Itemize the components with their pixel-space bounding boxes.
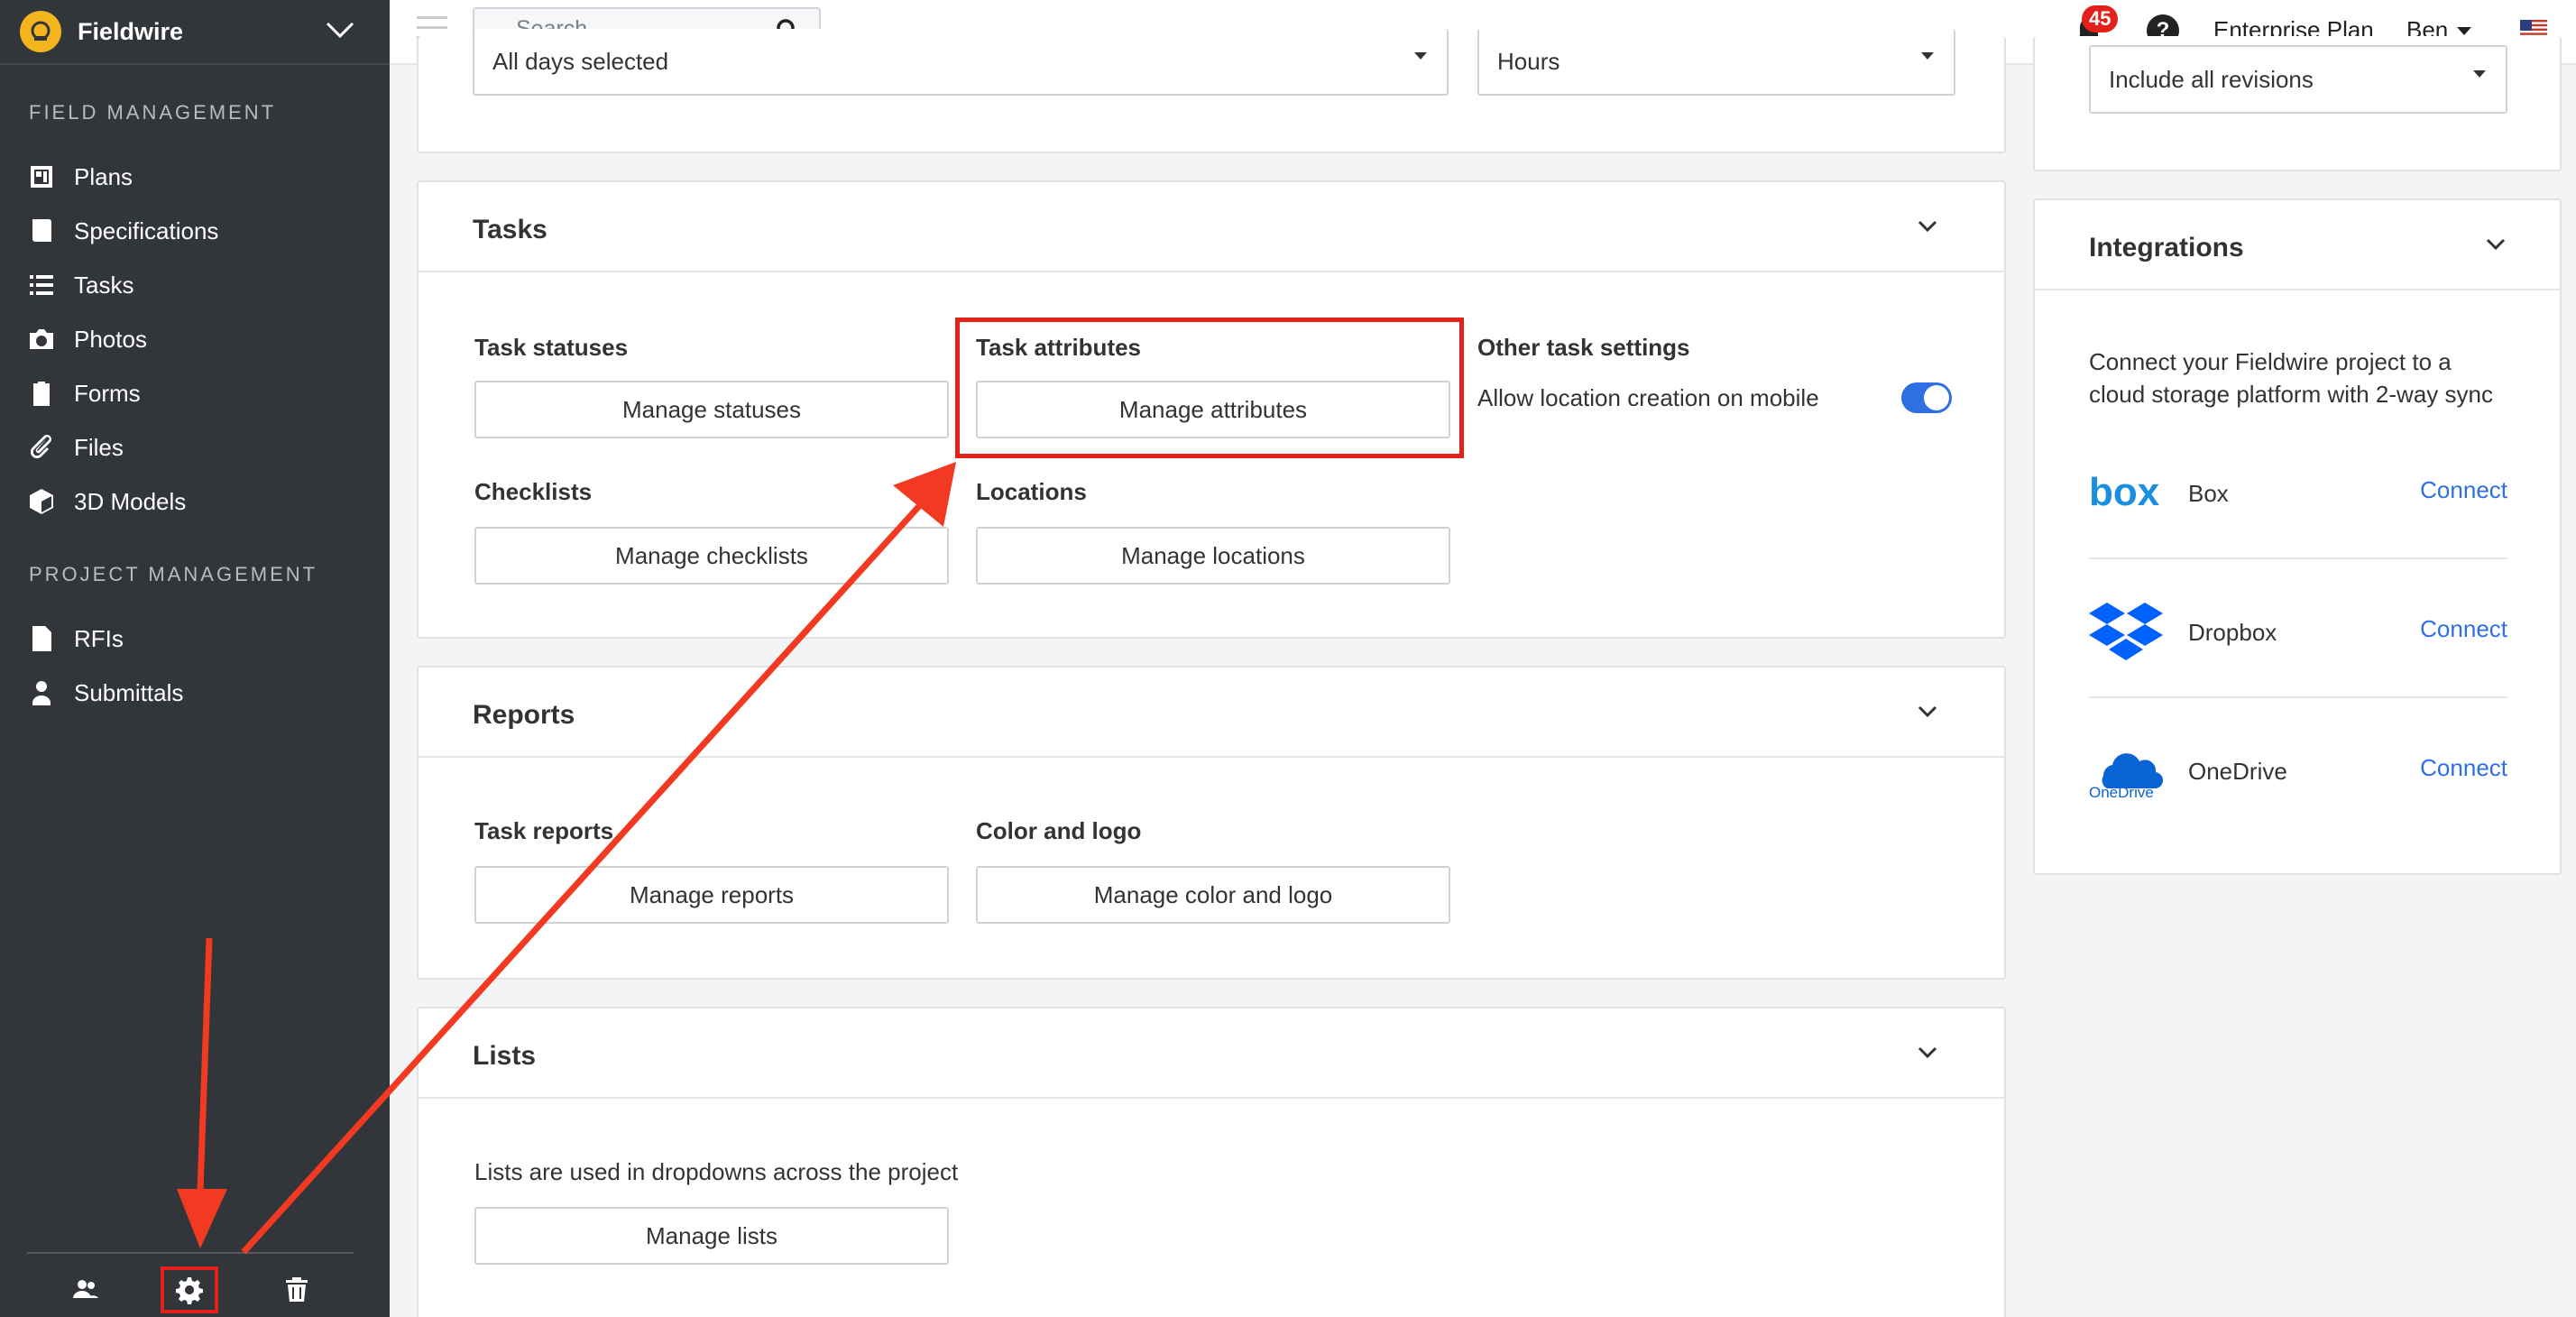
integration-row-dropbox: Dropbox Connect — [2089, 559, 2507, 698]
toggle-knob — [1924, 385, 1949, 410]
sidebar-item-tasks[interactable]: Tasks — [0, 260, 390, 310]
days-select[interactable]: All days selected — [473, 29, 1449, 96]
sidebar-item-rfis[interactable]: RFIs — [0, 613, 390, 664]
manage-checklists-button[interactable]: Manage checklists — [474, 527, 949, 585]
integrations-card-header[interactable]: Integrations — [2035, 200, 2560, 290]
clipboard-icon — [33, 382, 50, 406]
other-task-settings-label: Other task settings — [1477, 334, 1690, 361]
card-title: Reports — [473, 700, 575, 730]
fieldwire-logo-icon — [20, 11, 61, 52]
onedrive-logo-text: OneDrive — [2089, 784, 2154, 799]
integrations-description-line-1: Connect your Fieldwire project to a — [2089, 348, 2452, 375]
locations-label: Locations — [976, 478, 1087, 505]
color-and-logo-label: Color and logo — [976, 817, 1142, 844]
sidebar-item-label: RFIs — [74, 624, 124, 652]
revisions-select-value: Include all revisions — [2109, 65, 2314, 93]
paperclip-icon — [30, 435, 51, 459]
sidebar-item-label: 3D Models — [74, 487, 187, 515]
lists-description: Lists are used in dropdowns across the p… — [474, 1158, 959, 1185]
caret-down-icon[interactable] — [2457, 27, 2471, 35]
tasks-icon — [30, 275, 53, 295]
submittals-icon — [32, 681, 51, 705]
gear-icon[interactable] — [161, 1266, 218, 1313]
caret-down-icon — [1921, 52, 1934, 60]
card-title: Lists — [473, 1041, 537, 1071]
box-logo-text: box — [2089, 473, 2160, 512]
integration-name: Dropbox — [2188, 619, 2277, 646]
box-logo-icon: box — [2089, 473, 2160, 512]
revisions-card: Include all revisions — [2033, 36, 2562, 171]
brand-name: Fieldwire — [78, 17, 184, 45]
reports-card: Reports Task reports Manage reports Colo… — [417, 666, 2006, 980]
project-switcher[interactable]: Fieldwire — [0, 0, 390, 65]
task-attributes-highlight-box — [955, 318, 1464, 458]
lists-card: Lists Lists are used in dropdowns across… — [417, 1007, 2006, 1317]
sidebar-item-label: Files — [74, 433, 124, 461]
revisions-select[interactable]: Include all revisions — [2089, 45, 2507, 114]
manage-reports-button[interactable]: Manage reports — [474, 866, 949, 924]
checklists-label: Checklists — [474, 478, 593, 505]
sidebar-item-label: Specifications — [74, 216, 219, 244]
sidebar-item-label: Forms — [74, 379, 141, 407]
days-select-value: All days selected — [492, 47, 669, 75]
card-title: Tasks — [473, 215, 547, 244]
sidebar-item-photos[interactable]: Photos — [0, 314, 390, 364]
integration-name: OneDrive — [2188, 758, 2287, 785]
manage-lists-button[interactable]: Manage lists — [474, 1207, 949, 1265]
people-icon[interactable] — [65, 1268, 106, 1310]
rfi-document-icon — [32, 626, 51, 651]
camera-icon — [30, 329, 53, 349]
cube-icon — [30, 489, 53, 514]
caret-down-icon — [1414, 52, 1427, 60]
sidebar-item-3d-models[interactable]: 3D Models — [0, 476, 390, 527]
tasks-card-header[interactable]: Tasks — [419, 182, 2004, 272]
chevron-down-icon[interactable] — [2486, 238, 2506, 251]
specifications-icon — [32, 219, 51, 242]
units-select[interactable]: Hours — [1477, 29, 1955, 96]
task-reports-label: Task reports — [474, 817, 614, 844]
project-management-heading: PROJECT MANAGEMENT — [29, 563, 318, 585]
chevron-down-icon[interactable] — [1918, 1046, 1937, 1059]
units-select-value: Hours — [1497, 47, 1560, 75]
integration-row-onedrive: OneDrive OneDrive Connect — [2089, 698, 2507, 837]
sidebar-item-label: Plans — [74, 162, 133, 190]
sidebar-item-label: Submittals — [74, 678, 184, 706]
manage-locations-button[interactable]: Manage locations — [976, 527, 1450, 585]
time-settings-card: All days selected Hours — [417, 29, 2006, 153]
card-title: Integrations — [2089, 233, 2244, 262]
notification-badge: 45 — [2082, 5, 2119, 32]
sidebar-item-plans[interactable]: Plans — [0, 152, 390, 202]
manage-color-and-logo-button[interactable]: Manage color and logo — [976, 866, 1450, 924]
task-statuses-label: Task statuses — [474, 334, 629, 361]
sidebar-footer — [27, 1252, 354, 1317]
integrations-description-line-2: cloud storage platform with 2-way sync — [2089, 381, 2493, 408]
location-creation-toggle[interactable] — [1901, 382, 1952, 413]
dropbox-logo-icon — [2089, 603, 2163, 660]
onedrive-logo-icon: OneDrive — [2089, 753, 2164, 799]
sidebar-item-label: Photos — [74, 325, 147, 353]
chevron-down-icon[interactable] — [1918, 220, 1937, 233]
field-management-heading: FIELD MANAGEMENT — [29, 101, 277, 124]
chevron-down-icon[interactable] — [325, 20, 355, 40]
location-creation-label: Allow location creation on mobile — [1477, 384, 1819, 411]
sidebar-item-label: Tasks — [74, 271, 134, 299]
integration-row-box: box Box Connect — [2089, 420, 2507, 559]
lists-card-header[interactable]: Lists — [419, 1008, 2004, 1099]
sidebar-item-specifications[interactable]: Specifications — [0, 206, 390, 256]
trash-icon[interactable] — [276, 1268, 317, 1310]
plans-icon — [31, 166, 52, 188]
sidebar: Fieldwire FIELD MANAGEMENT Plans Specifi… — [0, 0, 390, 1317]
integration-name: Box — [2188, 480, 2229, 507]
caret-down-icon — [2473, 70, 2486, 78]
sidebar-item-files[interactable]: Files — [0, 422, 390, 473]
connect-box-link[interactable]: Connect — [2420, 476, 2507, 504]
connect-onedrive-link[interactable]: Connect — [2420, 754, 2507, 782]
manage-statuses-button[interactable]: Manage statuses — [474, 381, 949, 438]
sidebar-item-submittals[interactable]: Submittals — [0, 668, 390, 718]
chevron-down-icon[interactable] — [1918, 705, 1937, 718]
sidebar-item-forms[interactable]: Forms — [0, 368, 390, 419]
connect-dropbox-link[interactable]: Connect — [2420, 615, 2507, 643]
reports-card-header[interactable]: Reports — [419, 668, 2004, 758]
